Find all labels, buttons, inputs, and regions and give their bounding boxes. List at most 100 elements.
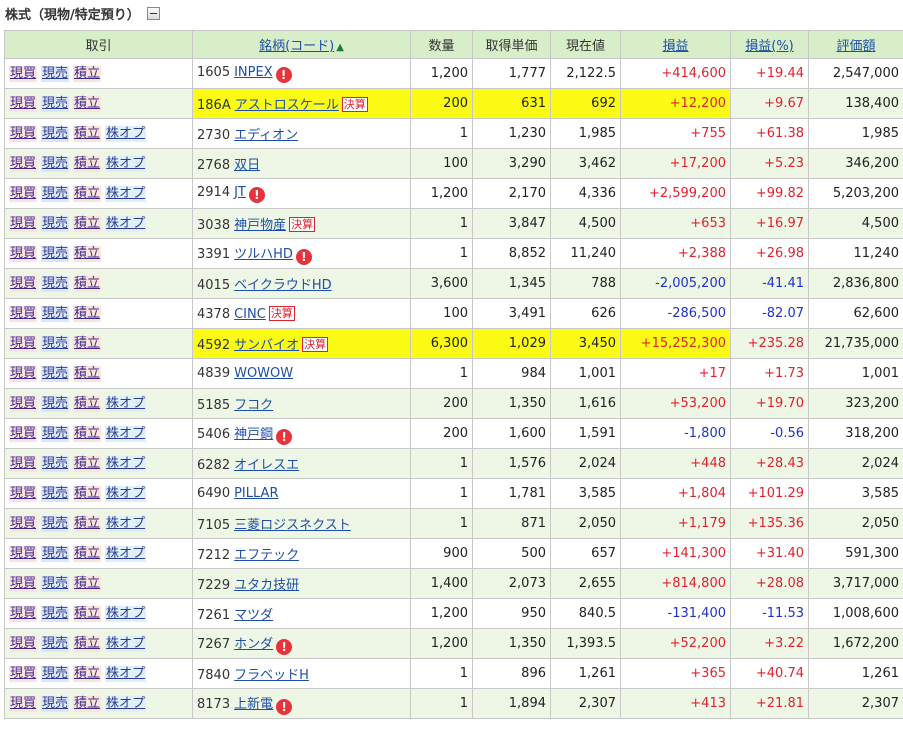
alert-icon[interactable]: ! [248,186,265,203]
stock-name-link[interactable]: 双日 [234,158,260,173]
buy-button[interactable]: 現買 [9,185,38,202]
buy-button[interactable]: 現買 [9,65,38,82]
stock-option-button[interactable]: 株オプ [105,185,147,202]
accumulate-button[interactable]: 積立 [73,155,102,172]
sell-button[interactable]: 現売 [41,155,70,172]
stock-option-button[interactable]: 株オプ [105,545,147,562]
alert-icon[interactable]: ! [295,248,312,265]
accumulate-button[interactable]: 積立 [73,485,102,502]
sell-button[interactable]: 現売 [41,635,70,652]
buy-button[interactable]: 現買 [9,335,38,352]
sell-button[interactable]: 現売 [41,605,70,622]
sort-pl-link[interactable]: 損益 [662,39,688,54]
sell-button[interactable]: 現売 [41,125,70,142]
sell-button[interactable]: 現売 [41,245,70,262]
buy-button[interactable]: 現買 [9,485,38,502]
buy-button[interactable]: 現買 [9,125,38,142]
sell-button[interactable]: 現売 [41,365,70,382]
buy-button[interactable]: 現買 [9,275,38,292]
buy-button[interactable]: 現買 [9,635,38,652]
accumulate-button[interactable]: 積立 [73,125,102,142]
stock-option-button[interactable]: 株オプ [105,695,147,712]
sell-button[interactable]: 現売 [41,395,70,412]
stock-option-button[interactable]: 株オプ [105,665,147,682]
accumulate-button[interactable]: 積立 [73,95,102,112]
stock-name-link[interactable]: 神戸物産 [234,218,286,233]
stock-name-link[interactable]: エフテック [234,548,299,563]
stock-name-link[interactable]: 上新電 [234,697,273,712]
stock-option-button[interactable]: 株オプ [105,155,147,172]
stock-name-link[interactable]: 神戸鋼 [234,427,273,442]
sell-button[interactable]: 現売 [41,665,70,682]
accumulate-button[interactable]: 積立 [73,395,102,412]
buy-button[interactable]: 現買 [9,425,38,442]
stock-option-button[interactable]: 株オプ [105,395,147,412]
sort-value-link[interactable]: 評価額 [836,39,875,54]
buy-button[interactable]: 現買 [9,455,38,472]
sell-button[interactable]: 現売 [41,275,70,292]
buy-button[interactable]: 現買 [9,395,38,412]
stock-option-button[interactable]: 株オプ [105,455,147,472]
sell-button[interactable]: 現売 [41,575,70,592]
buy-button[interactable]: 現買 [9,575,38,592]
buy-button[interactable]: 現買 [9,515,38,532]
accumulate-button[interactable]: 積立 [73,575,102,592]
sell-button[interactable]: 現売 [41,65,70,82]
sell-button[interactable]: 現売 [41,545,70,562]
alert-icon[interactable]: ! [275,66,292,83]
stock-name-link[interactable]: 三菱ロジスネクスト [234,518,351,533]
stock-name-link[interactable]: フラベッドH [234,668,309,683]
stock-name-link[interactable]: サンバイオ [234,338,299,353]
accumulate-button[interactable]: 積立 [73,545,102,562]
sell-button[interactable]: 現売 [41,485,70,502]
stock-name-link[interactable]: フコク [234,398,273,413]
stock-name-link[interactable]: マツダ [234,608,273,623]
buy-button[interactable]: 現買 [9,365,38,382]
sell-button[interactable]: 現売 [41,185,70,202]
buy-button[interactable]: 現買 [9,95,38,112]
sort-name-link[interactable]: 銘柄(コード) [259,39,334,54]
stock-name-link[interactable]: JT [234,185,246,200]
accumulate-button[interactable]: 積立 [73,695,102,712]
buy-button[interactable]: 現買 [9,605,38,622]
stock-option-button[interactable]: 株オプ [105,215,147,232]
buy-button[interactable]: 現買 [9,665,38,682]
accumulate-button[interactable]: 積立 [73,425,102,442]
alert-icon[interactable]: ! [276,698,293,715]
stock-name-link[interactable]: ホンダ [234,637,273,652]
buy-button[interactable]: 現買 [9,245,38,262]
collapse-toggle-icon[interactable] [146,6,160,20]
buy-button[interactable]: 現買 [9,305,38,322]
sell-button[interactable]: 現売 [41,455,70,472]
stock-name-link[interactable]: ユタカ技研 [234,578,299,593]
accumulate-button[interactable]: 積立 [73,275,102,292]
sell-button[interactable]: 現売 [41,695,70,712]
sell-button[interactable]: 現売 [41,335,70,352]
sell-button[interactable]: 現売 [41,515,70,532]
stock-name-link[interactable]: ツルハHD [234,247,293,262]
stock-option-button[interactable]: 株オプ [105,635,147,652]
sell-button[interactable]: 現売 [41,305,70,322]
buy-button[interactable]: 現買 [9,215,38,232]
accumulate-button[interactable]: 積立 [73,65,102,82]
buy-button[interactable]: 現買 [9,695,38,712]
sell-button[interactable]: 現売 [41,95,70,112]
buy-button[interactable]: 現買 [9,545,38,562]
alert-icon[interactable]: ! [276,638,293,655]
accumulate-button[interactable]: 積立 [73,515,102,532]
accumulate-button[interactable]: 積立 [73,605,102,622]
accumulate-button[interactable]: 積立 [73,245,102,262]
buy-button[interactable]: 現買 [9,155,38,172]
sell-button[interactable]: 現売 [41,215,70,232]
stock-name-link[interactable]: オイレスエ [234,458,299,473]
stock-name-link[interactable]: CINC [234,307,266,322]
accumulate-button[interactable]: 積立 [73,665,102,682]
stock-name-link[interactable]: WOWOW [234,366,293,381]
stock-option-button[interactable]: 株オプ [105,515,147,532]
stock-option-button[interactable]: 株オプ [105,485,147,502]
alert-icon[interactable]: ! [276,428,293,445]
stock-option-button[interactable]: 株オプ [105,605,147,622]
accumulate-button[interactable]: 積立 [73,365,102,382]
accumulate-button[interactable]: 積立 [73,335,102,352]
stock-name-link[interactable]: アストロスケール [235,98,339,113]
